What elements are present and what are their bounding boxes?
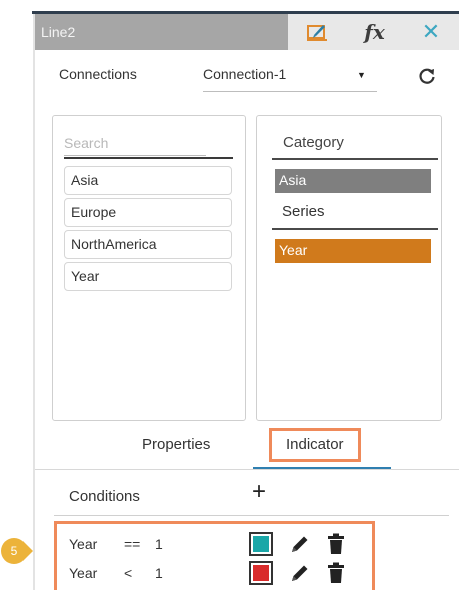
color-swatch[interactable] [249,561,273,585]
category-series-box: Category Asia Series Year [256,115,442,421]
tab-divider [35,469,459,470]
field-item-northamerica[interactable]: NorthAmerica [64,230,232,259]
close-icon[interactable]: ✕ [403,14,459,50]
chart-edit-icon[interactable] [288,14,346,50]
condition-row: Year < 1 [69,561,369,587]
connection-row: Connections Connection-1 ▼ [35,66,459,94]
condition-value: 1 [155,536,163,552]
condition-value: 1 [155,565,163,581]
delete-trash-icon[interactable] [327,562,345,587]
search-input[interactable]: Search [64,135,108,151]
connection-select[interactable]: Connection-1 ▼ [203,66,377,92]
panel-title: Line2 [41,24,76,40]
titlebar-toolbar: fx ✕ [288,14,459,50]
conditions-list: Year == 1 Year < 1 [54,521,375,590]
connections-label: Connections [59,66,137,82]
refresh-icon[interactable] [417,62,437,92]
edit-pencil-icon[interactable] [289,533,311,558]
color-swatch[interactable] [249,532,273,556]
color-swatch-fill [253,536,269,552]
conditions-divider [54,515,449,516]
delete-trash-icon[interactable] [327,533,345,558]
connection-value: Connection-1 [203,66,287,82]
edit-pencil-icon[interactable] [289,562,311,587]
chevron-down-icon: ▼ [357,70,366,80]
properties-panel: Line2 fx ✕ Connections Connection-1 ▼ Se… [35,14,459,590]
condition-operator: < [124,565,133,581]
search-underline [64,155,206,156]
category-divider [272,158,438,160]
add-condition-button[interactable]: + [252,478,266,506]
conditions-label: Conditions [69,488,140,505]
series-label: Series [282,203,325,220]
category-item-asia[interactable]: Asia [275,169,431,193]
panel-titlebar: Line2 fx ✕ [35,14,459,50]
condition-field: Year [69,565,98,581]
tab-properties[interactable]: Properties [142,436,210,453]
field-item-year[interactable]: Year [64,262,232,291]
category-header: Category [283,134,344,151]
condition-row: Year == 1 [69,532,369,558]
condition-field: Year [69,536,98,552]
search-field[interactable]: Search [64,133,233,159]
fields-list: Search Asia Europe NorthAmerica Year [52,115,246,421]
condition-operator: == [124,536,141,552]
fx-icon[interactable]: fx [346,14,403,50]
field-item-asia[interactable]: Asia [64,166,232,195]
tab-indicator[interactable]: Indicator [269,428,361,462]
series-divider [272,228,438,230]
color-swatch-fill [253,565,269,581]
series-item-year[interactable]: Year [275,239,431,263]
step-badge-pointer [23,541,33,561]
field-item-europe[interactable]: Europe [64,198,232,227]
